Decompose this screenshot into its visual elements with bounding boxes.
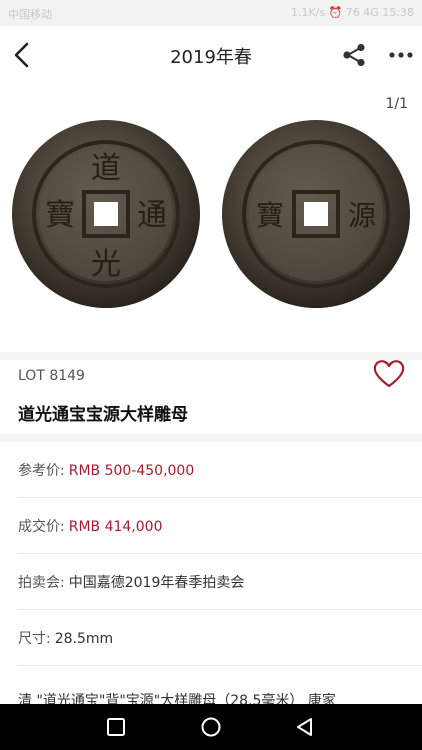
item-title: 道光通宝宝源大样雕母 [18,405,188,425]
detail-row-auction[interactable]: 拍卖会: 中国嘉德2019年春季拍卖会 [18,554,422,610]
size-value: 28.5mm [54,631,114,647]
carrier-label: 中国移动 [8,8,52,21]
row-divider [18,665,422,666]
detail-row-estimate: 参考价: RMB 500-450,000 [18,442,422,498]
section-divider [0,352,422,360]
hammer-price-value: RMB 414,000 [68,519,163,535]
coin-back-char-right: 源 [348,199,376,232]
heart-outline-icon[interactable] [372,358,406,390]
share-icon[interactable] [341,42,367,68]
system-nav-bar [0,704,422,750]
triangle-left-icon[interactable] [293,715,317,739]
section-divider [0,434,422,442]
coin-image: 道 光 通 寶 寶 源 [12,120,410,308]
coin-back-char-left: 寶 [256,199,284,232]
more-horizontal-icon[interactable] [388,42,414,68]
coin-char-bottom: 光 [91,247,121,282]
gallery-counter: 1/1 [385,96,408,112]
estimate-label: 参考价: [18,463,65,479]
detail-row-size: 尺寸: 28.5mm [18,610,422,666]
lot-number: LOT 8149 [18,368,85,384]
coin-back: 寶 源 [222,120,410,308]
hammer-price-label: 成交价: [18,519,65,535]
coin-front: 道 光 通 寶 [12,120,200,308]
circle-icon[interactable] [199,715,223,739]
status-indicators: 1.1K/s ⏰ 76 4G 15:38 [290,6,414,19]
app-header: 2019年春 [0,26,422,85]
auction-value: 中国嘉德2019年春季拍卖会 [68,575,245,591]
image-gallery[interactable]: 道 光 通 寶 寶 源 1/1 [0,84,422,352]
square-icon[interactable] [104,715,128,739]
estimate-value: RMB 500-450,000 [68,463,195,479]
coin-char-top: 道 [91,151,121,186]
status-bar: 中国移动 1.1K/s ⏰ 76 4G 15:38 [0,0,422,26]
detail-row-hammer-price: 成交价: RMB 414,000 [18,498,422,554]
coin-char-right: 通 [137,198,167,233]
size-label: 尺寸: [18,631,51,647]
coin-char-left: 寶 [45,198,75,233]
auction-label: 拍卖会: [18,575,65,591]
